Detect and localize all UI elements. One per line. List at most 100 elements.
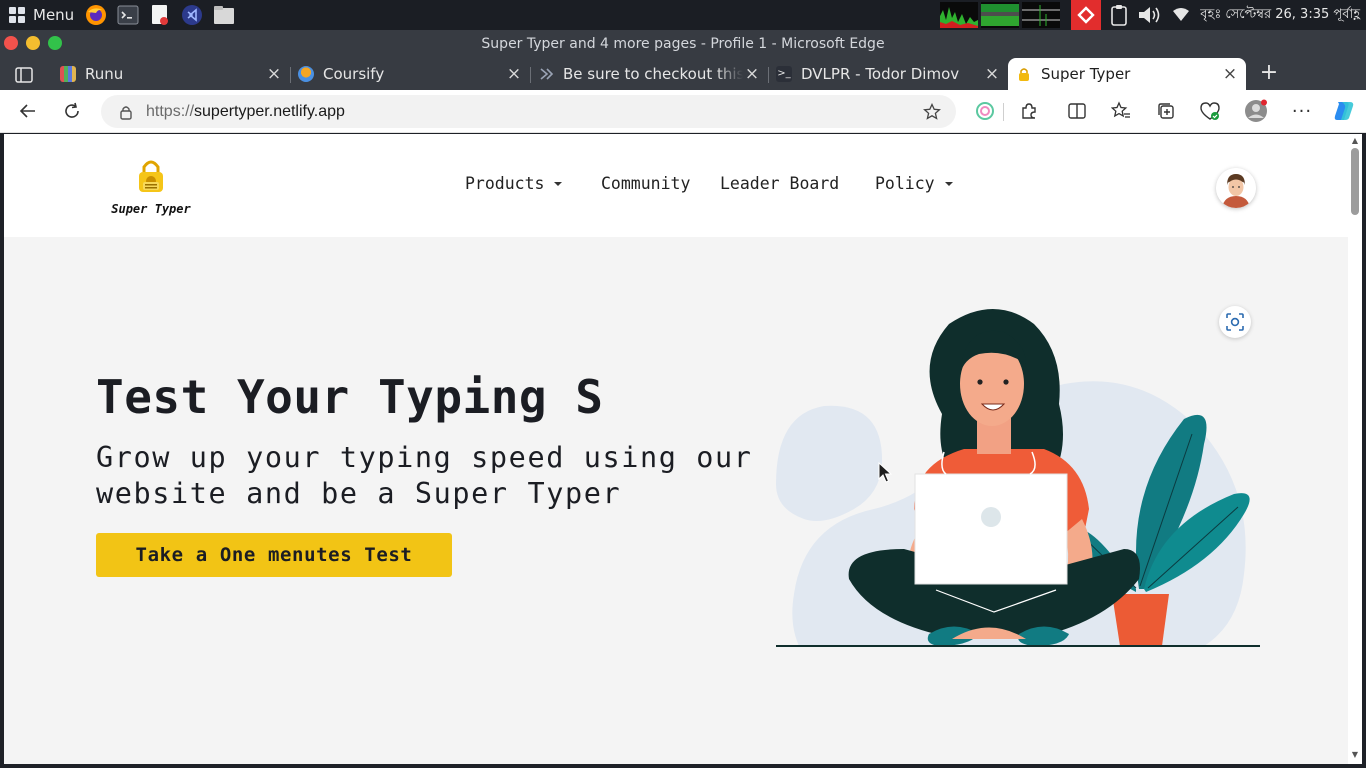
tab-checkout[interactable]: Be sure to checkout this be ×: [530, 58, 768, 90]
back-arrow-icon: [19, 104, 35, 118]
lock-icon[interactable]: [118, 104, 134, 120]
scroll-down-arrow-icon[interactable]: ▼: [1351, 750, 1359, 759]
profile-button[interactable]: [1243, 98, 1269, 124]
copilot-icon: [1334, 102, 1354, 120]
window-title: Super Typer and 4 more pages - Profile 1…: [481, 36, 885, 52]
favorites-button[interactable]: [1108, 98, 1134, 124]
collections-button[interactable]: [1153, 98, 1179, 124]
toolbar-divider: [1003, 103, 1004, 121]
scrollbar-thumb[interactable]: [1351, 148, 1359, 215]
tab-runu[interactable]: Runu ×: [52, 58, 290, 90]
system-tray: বৃহঃ সেপ্টেম্বর 26, 3:35 পূর্বাহ্ণ: [940, 0, 1366, 30]
nav-leaderboard[interactable]: Leader Board: [720, 174, 839, 193]
caret-down-icon: [554, 181, 563, 186]
split-screen-button[interactable]: [1064, 98, 1090, 124]
caret-down-icon: [944, 181, 953, 186]
terminal-favicon-icon: >_: [776, 66, 792, 82]
bars-favicon-icon: [60, 66, 76, 82]
tab-strip: Runu × Coursify × Be sure to checkout th…: [0, 58, 1366, 90]
laptop-back: [914, 473, 1068, 585]
loading-favicon-icon: [538, 66, 554, 82]
hero-title: Test Your Typing S: [96, 370, 604, 424]
clock-text[interactable]: বৃহঃ সেপ্টেম্বর 26, 3:35 পূর্বাহ্ণ: [1200, 5, 1360, 26]
user-avatar[interactable]: [1216, 168, 1256, 208]
laptop-logo: [981, 507, 1001, 527]
copilot-button[interactable]: [1331, 98, 1357, 124]
take-test-button[interactable]: Take a One menutes Test: [96, 533, 452, 577]
tab-close-icon[interactable]: ×: [1221, 64, 1239, 84]
visual-search-icon: [1226, 313, 1244, 331]
window-controls: [4, 36, 62, 50]
tab-title: Coursify: [323, 65, 385, 83]
user-avatar-icon: [1216, 168, 1256, 208]
minimize-window-button[interactable]: [26, 36, 40, 50]
vscode-icon[interactable]: [180, 4, 204, 26]
tab-close-icon[interactable]: ×: [505, 64, 523, 84]
more-dots-icon: ···: [1291, 100, 1313, 122]
tab-close-icon[interactable]: ×: [983, 64, 1001, 84]
visual-search-button[interactable]: [1219, 306, 1251, 338]
cpu-graph-icon: [940, 2, 979, 28]
nav-products[interactable]: Products: [465, 174, 563, 193]
mouse-cursor-icon: [878, 462, 892, 483]
extensions-button[interactable]: [1016, 98, 1042, 124]
refresh-button[interactable]: [59, 98, 85, 124]
clipboard-icon[interactable]: [1106, 2, 1132, 28]
page-viewport[interactable]: Super Typer Products Community Leader Bo…: [4, 134, 1348, 764]
tab-dvlpr[interactable]: >_ DVLPR - Todor Dimov ×: [768, 58, 1008, 90]
favorites-list-icon: [1111, 101, 1130, 118]
tab-close-icon[interactable]: ×: [265, 64, 283, 84]
scroll-up-arrow-icon[interactable]: ▲: [1351, 136, 1359, 145]
window-edge: [0, 764, 1366, 768]
site-logo[interactable]: Super Typer: [106, 156, 196, 216]
browser-essentials-button[interactable]: [1197, 98, 1223, 124]
close-window-button[interactable]: [4, 36, 18, 50]
coursify-favicon-icon: [298, 66, 314, 82]
address-bar[interactable]: https://supertyper.netlify.app: [101, 95, 956, 128]
tab-title: Be sure to checkout this be: [563, 65, 743, 83]
tab-actions-button[interactable]: [10, 64, 38, 86]
tab-coursify[interactable]: Coursify ×: [290, 58, 530, 90]
woman-with-laptop-illustration: [776, 309, 1260, 647]
firefox-icon[interactable]: [84, 4, 108, 26]
tab-title: Super Typer: [1041, 65, 1131, 83]
anydesk-icon[interactable]: [1071, 0, 1102, 30]
favorite-star-icon[interactable]: [923, 102, 941, 121]
volume-icon[interactable]: [1137, 2, 1163, 28]
hero-subtitle: Grow up your typing speed using our webs…: [96, 441, 753, 510]
collections-icon: [1158, 103, 1174, 119]
tab-title: DVLPR - Todor Dimov: [801, 65, 960, 83]
site-header: Super Typer Products Community Leader Bo…: [4, 134, 1348, 237]
os-taskbar: Menu বৃহঃ সেপ্টেম্বর 26, 3:35 পূর্বাহ্ণ: [0, 0, 1366, 30]
maximize-window-button[interactable]: [48, 36, 62, 50]
url-host: supertyper.netlify.app: [194, 102, 345, 120]
profile-avatar-icon: [1245, 99, 1267, 122]
tab-close-icon[interactable]: ×: [743, 64, 761, 84]
new-tab-button[interactable]: +: [1258, 62, 1280, 86]
nav-leaderboard-label: Leader Board: [720, 174, 840, 193]
tab-super-typer[interactable]: Super Typer ×: [1008, 58, 1246, 90]
memory-graph-icon: [981, 2, 1020, 28]
window-edge: [1362, 134, 1366, 768]
window-titlebar: Super Typer and 4 more pages - Profile 1…: [0, 30, 1366, 58]
extension-radar-button[interactable]: [972, 98, 998, 124]
background-blob: [776, 405, 883, 522]
files-icon[interactable]: [212, 4, 236, 26]
terminal-icon[interactable]: [116, 4, 140, 26]
back-button[interactable]: [15, 98, 41, 124]
url-text[interactable]: https://supertyper.netlify.app: [146, 103, 345, 121]
radar-extension-icon: [976, 102, 994, 120]
browser-toolbar: https://supertyper.netlify.app ···: [0, 90, 1366, 133]
settings-more-button[interactable]: ···: [1289, 98, 1315, 124]
nav-community[interactable]: Community: [601, 174, 690, 193]
menu-grid-icon: [9, 7, 25, 23]
nav-policy-label: Policy: [875, 174, 935, 193]
start-menu-button[interactable]: Menu: [0, 0, 76, 30]
network-graph-icon: [1022, 2, 1061, 28]
refresh-icon: [65, 102, 79, 118]
nav-policy[interactable]: Policy: [875, 174, 953, 193]
wifi-icon[interactable]: [1168, 2, 1194, 28]
text-editor-icon[interactable]: [148, 4, 172, 26]
page-scrollbar[interactable]: ▲ ▼: [1348, 134, 1362, 764]
super-typer-favicon-icon: [1016, 66, 1032, 82]
